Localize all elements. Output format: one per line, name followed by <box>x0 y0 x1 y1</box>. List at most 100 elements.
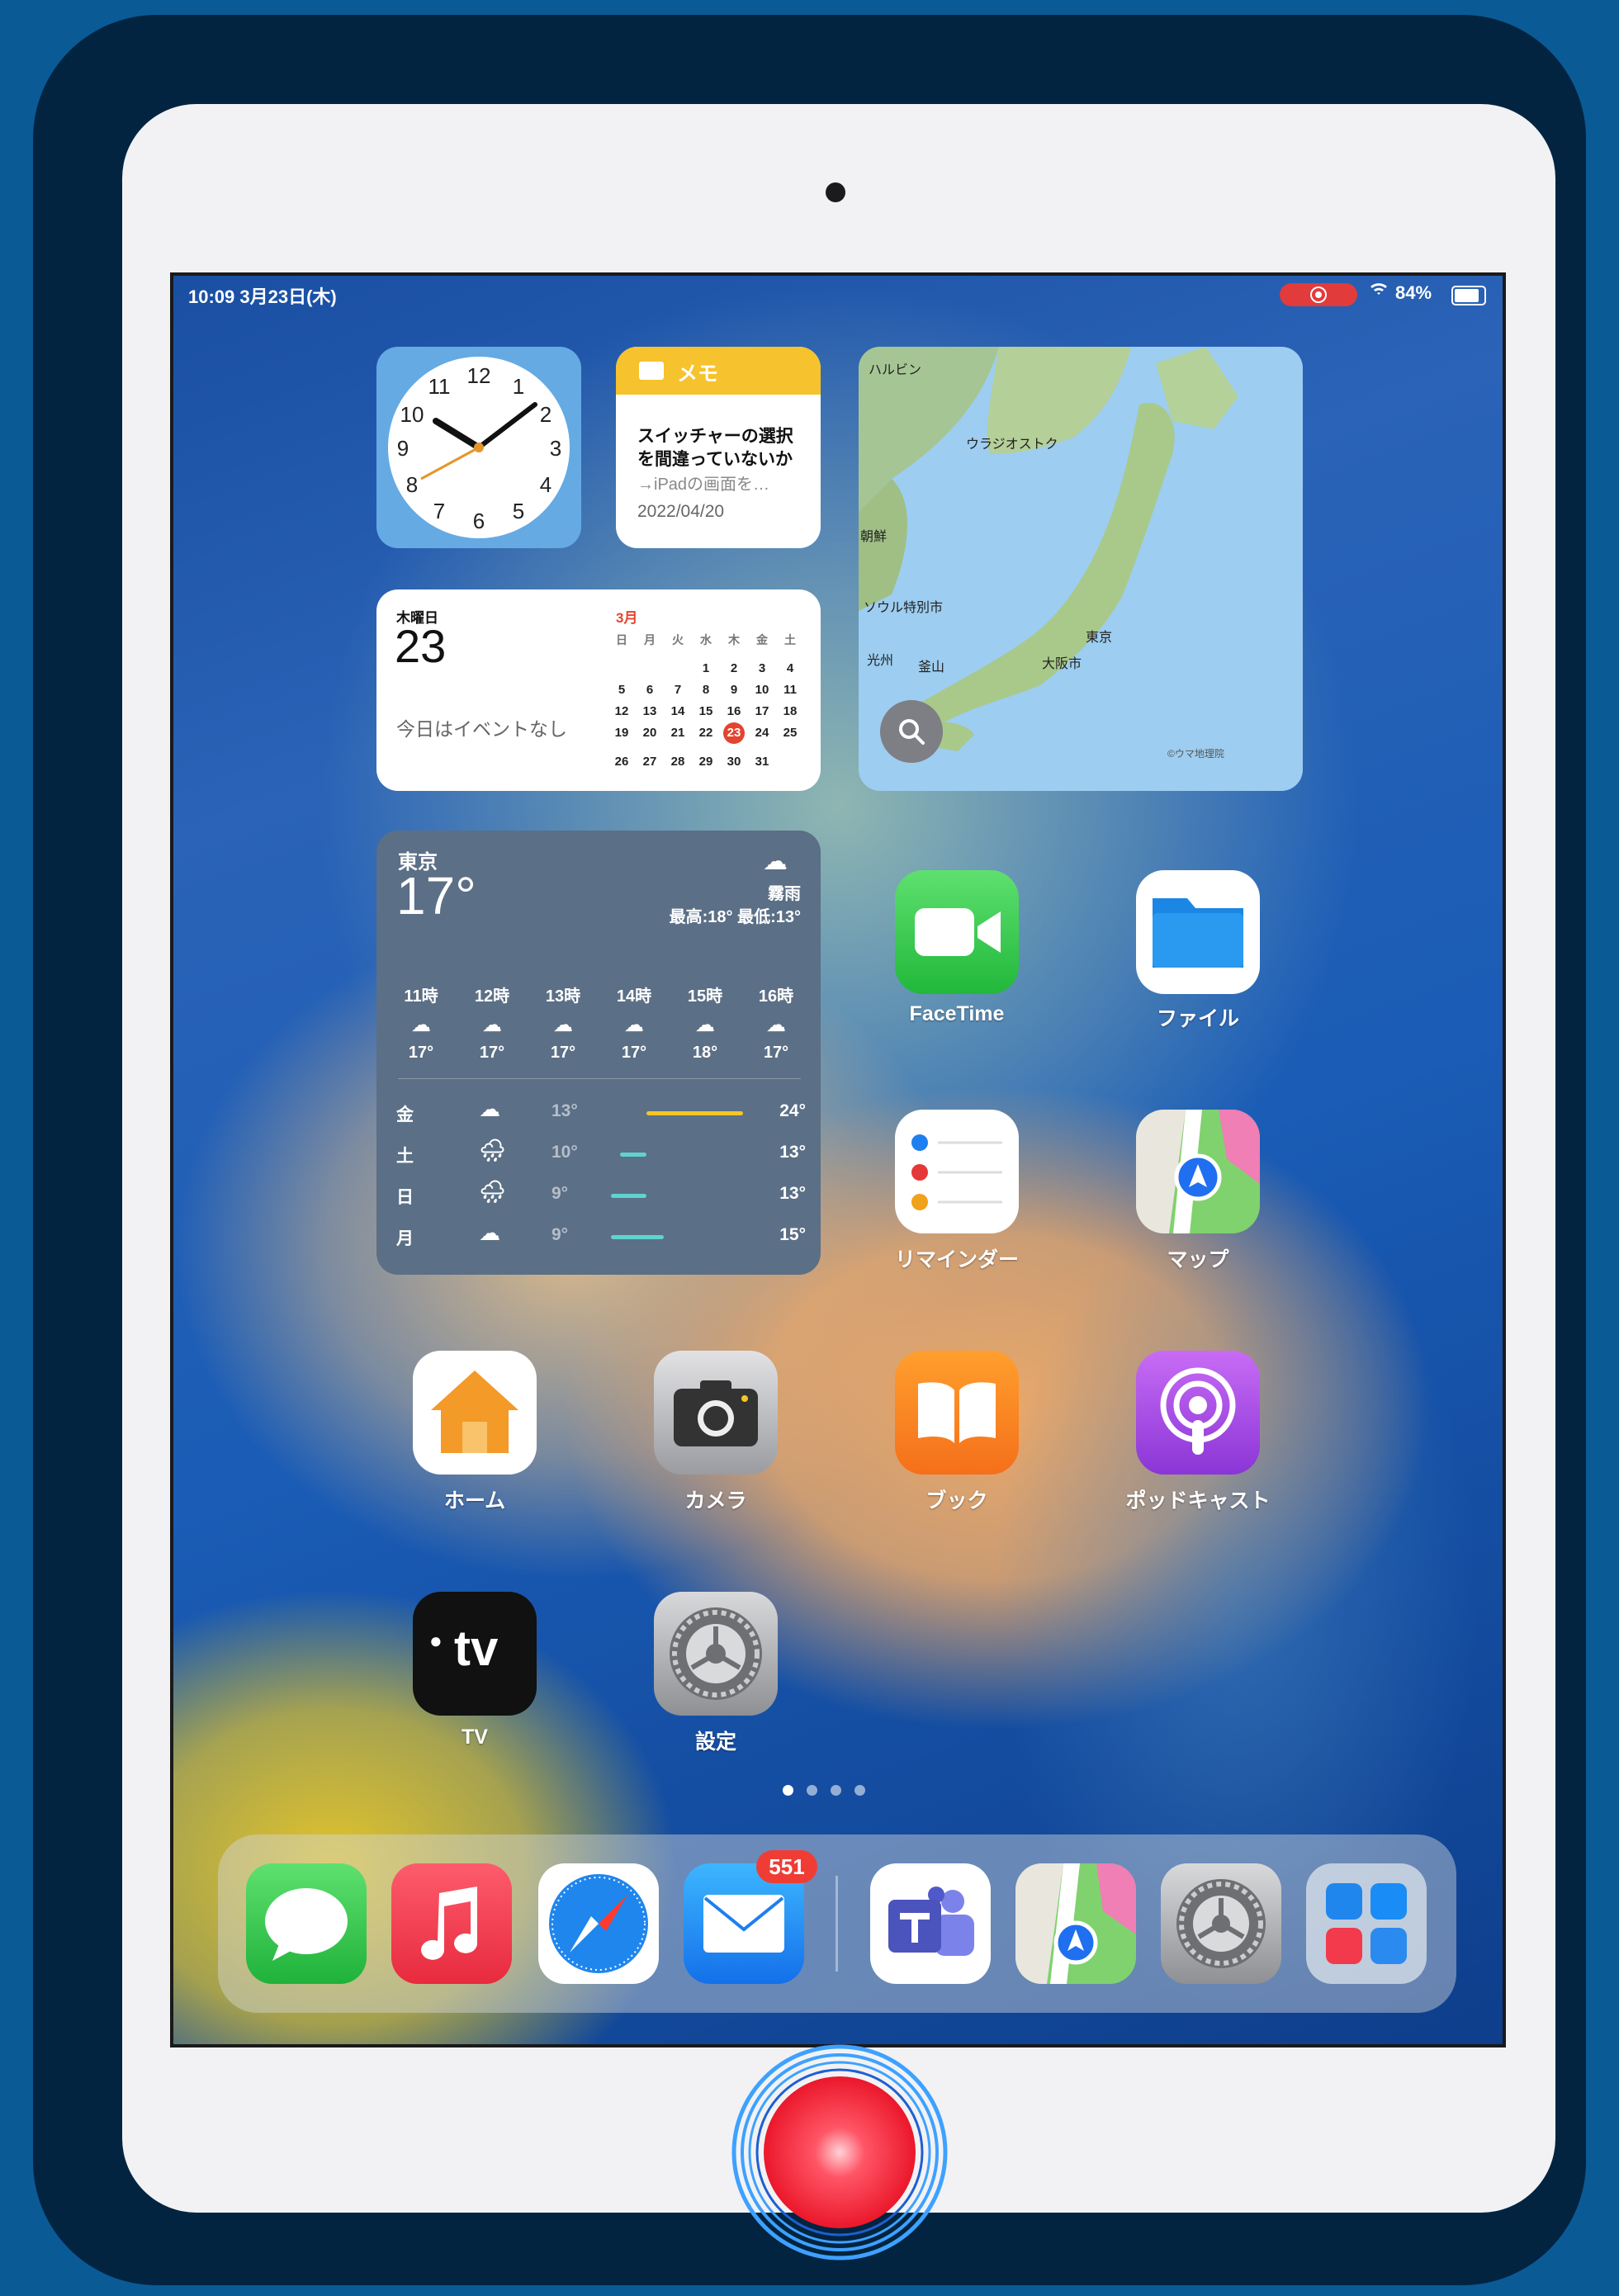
tv-app[interactable]: ● tv <box>413 1592 537 1716</box>
calendar-weekday-label: 火 <box>672 633 684 646</box>
books-app[interactable] <box>895 1351 1019 1475</box>
daily-row: 月 ☁ 9° 15° <box>396 1217 809 1258</box>
map-label: 朝鮮 <box>860 530 888 544</box>
divider <box>398 1078 801 1079</box>
daily-day: 日 <box>396 1188 414 1207</box>
home-button[interactable] <box>728 2043 951 2262</box>
calendar-week-row: 19 20 21 22 23 24 25 <box>608 722 806 744</box>
music-app[interactable] <box>391 1863 512 1984</box>
cloud-icon: ☁ <box>766 1014 786 1036</box>
maps-icon <box>1015 1863 1136 1984</box>
calendar-date <box>776 744 804 765</box>
teams-app[interactable] <box>870 1863 991 1984</box>
map-credit: ©ウマ地理院 <box>1167 748 1224 760</box>
hour-label: 11時 <box>404 987 438 1006</box>
settings-app[interactable] <box>654 1592 778 1716</box>
record-icon <box>1310 286 1327 303</box>
safari-app[interactable] <box>538 1863 659 1984</box>
dock: 551 <box>218 1834 1456 2013</box>
app-library-folder[interactable] <box>1306 1863 1427 1984</box>
calendar-date <box>608 651 636 672</box>
calendar-month: 3月 <box>616 610 638 626</box>
calendar-widget[interactable]: 木曜日 23 今日はイベントなし 3月 日月火水木金土 1 2 3 4 5 6 7 8 9 10 11… <box>376 589 821 791</box>
reminders-icon <box>911 1134 1002 1210</box>
mail-app[interactable]: 551 <box>684 1850 817 1984</box>
hour-temp: 17° <box>763 1044 789 1062</box>
camera-app[interactable] <box>654 1351 778 1475</box>
map-widget[interactable]: ハルビン ウラジオストク ソウル特別市 東京 大阪市 釜山 光州 朝鮮 ©ウマ地… <box>859 347 1303 791</box>
weather-icon: ☁ <box>479 1096 500 1121</box>
calendar-week-row: 12 13 14 15 16 17 18 <box>608 701 806 722</box>
weather-condition: 霧雨 <box>768 885 801 903</box>
calendar-date: 5 <box>618 683 626 697</box>
calendar-date: 30 <box>727 755 741 769</box>
tv-label: TV <box>462 1726 488 1749</box>
calendar-date: 16 <box>727 704 741 718</box>
hour-temp: 17° <box>621 1044 647 1062</box>
calendar-date: 14 <box>670 704 685 718</box>
weather-hilo: 最高:18° 最低:13° <box>669 908 801 926</box>
calendar-date: 18 <box>783 704 798 718</box>
calendar-date <box>636 651 664 672</box>
calendar-date: 11 <box>783 683 797 697</box>
folder-icon <box>1153 898 1243 968</box>
calendar-date <box>664 651 692 672</box>
front-camera <box>826 182 845 202</box>
cloud-icon: ☁ <box>411 1014 431 1036</box>
page-dot[interactable] <box>807 1785 817 1796</box>
daily-high: 13° <box>779 1143 806 1162</box>
files-app[interactable] <box>1136 870 1260 994</box>
map-search-button[interactable] <box>880 700 943 763</box>
calendar-date: 31 <box>755 755 769 769</box>
daily-low: 9° <box>552 1225 569 1244</box>
daily-high: 13° <box>779 1184 806 1203</box>
daily-row: 日 🌧 9° 13° <box>396 1176 809 1217</box>
weather-icon: ☁ <box>479 1220 500 1245</box>
dock-divider <box>836 1876 838 1972</box>
map-label: 釜山 <box>918 660 945 675</box>
calendar-date: 17 <box>755 704 769 718</box>
battery-fill <box>1455 289 1479 302</box>
hourly-item: 16時 ☁ 17° <box>743 982 809 1063</box>
maps-icon <box>1136 1110 1260 1233</box>
cloud-icon: ☁ <box>553 1014 573 1036</box>
daily-row: 金 ☁ 13° 24° <box>396 1093 809 1134</box>
hourly-item: 15時 ☁ 18° <box>672 982 738 1063</box>
maps-app[interactable] <box>1136 1110 1260 1233</box>
messages-app[interactable] <box>246 1863 367 1984</box>
weather-icon: 🌧 <box>479 1179 507 1204</box>
podcasts-app[interactable] <box>1136 1351 1260 1475</box>
note-date: 2022/04/20 <box>637 502 725 521</box>
status-time: 10:09 3月23日(木) <box>188 286 337 307</box>
reminders-app[interactable] <box>895 1110 1019 1233</box>
page-dot[interactable] <box>831 1785 841 1796</box>
clock-hands <box>420 402 537 481</box>
daily-row: 土 🌧 10° 13° <box>396 1134 809 1176</box>
cloud-icon: ☁ <box>763 848 788 875</box>
page-dot[interactable] <box>854 1785 865 1796</box>
page-indicator[interactable] <box>776 1785 872 1800</box>
calendar-date: 22 <box>698 726 713 740</box>
daily-day: 月 <box>396 1229 414 1248</box>
calendar-weekday-label: 月 <box>644 633 656 646</box>
weather-widget[interactable]: 東京 17° ☁ 霧雨 最高:18° 最低:13° 11時 ☁ 17° 12時 ☁ 17°… <box>376 831 821 1275</box>
facetime-app[interactable] <box>895 870 1019 994</box>
weather-temp: 17° <box>396 866 476 926</box>
map-label: 大阪市 <box>1042 657 1082 671</box>
note-line-2: を間違っていないか <box>637 450 793 469</box>
screen-recording-indicator[interactable] <box>1280 283 1357 306</box>
notes-widget[interactable]: メモ スイッチャーの選択 を間違っていないか →iPadの画面を… 2022/0… <box>616 347 821 548</box>
note-line-3: →iPadの画面を… <box>637 476 770 494</box>
calendar-today: 23 <box>723 722 745 744</box>
daily-low: 9° <box>552 1184 569 1203</box>
hourly-item: 14時 ☁ 17° <box>601 982 667 1063</box>
calendar-date: 26 <box>614 755 629 769</box>
calendar-week-row: 5 6 7 8 9 10 11 <box>608 679 806 701</box>
calendar-date: 28 <box>670 755 685 769</box>
calendar-date: 15 <box>698 704 713 718</box>
settings-dock-app[interactable] <box>1161 1863 1281 1984</box>
clock-widget[interactable]: 12 1 2 3 4 5 6 7 8 9 10 11 <box>376 347 581 548</box>
page-dot[interactable] <box>783 1785 793 1796</box>
home-app[interactable] <box>413 1351 537 1475</box>
maps-dock-app[interactable] <box>1015 1863 1136 1984</box>
